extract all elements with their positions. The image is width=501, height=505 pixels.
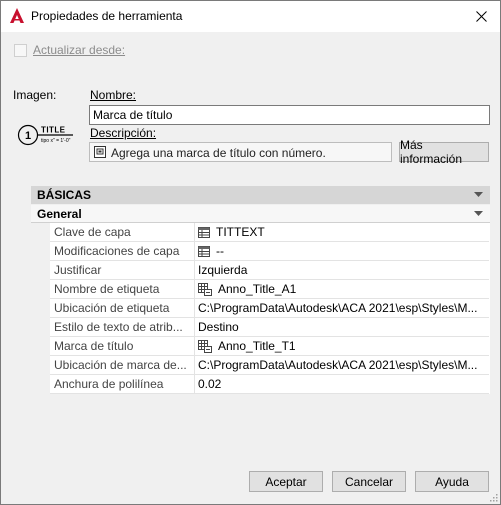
property-value-text: Destino bbox=[198, 320, 239, 334]
property-value-text: 0.02 bbox=[198, 377, 222, 391]
collapse-general-icon bbox=[474, 211, 483, 216]
name-label: Nombre: bbox=[90, 88, 137, 102]
image-label: Imagen: bbox=[13, 88, 57, 102]
property-value[interactable]: Destino bbox=[198, 320, 487, 334]
column-divider bbox=[194, 318, 195, 337]
description-label: Descripción: bbox=[90, 126, 157, 140]
column-divider bbox=[194, 280, 195, 299]
property-label: Marca de título bbox=[54, 339, 134, 353]
property-row[interactable]: Nombre de etiqueta Anno_Title_A1 bbox=[50, 280, 489, 299]
section-basic-label: BÁSICAS bbox=[37, 188, 92, 202]
property-value-text: -- bbox=[216, 244, 224, 258]
title-bar: Propiedades de herramienta bbox=[1, 1, 500, 32]
property-label: Estilo de texto de atrib... bbox=[54, 320, 183, 334]
tool-properties-dialog: Propiedades de herramienta Actualizar de… bbox=[0, 0, 501, 505]
property-label: Anchura de polilínea bbox=[54, 377, 164, 391]
section-general-label: General bbox=[37, 207, 82, 221]
name-input-value: Marca de título bbox=[93, 108, 173, 122]
refresh-checkbox[interactable] bbox=[14, 44, 27, 57]
property-row[interactable]: Anchura de polilínea 0.02 bbox=[50, 375, 489, 394]
property-row[interactable]: Clave de capa TITTEXT bbox=[50, 223, 489, 242]
accept-button[interactable]: Aceptar bbox=[249, 471, 323, 492]
property-row[interactable]: Marca de título Anno_Title_T1 bbox=[50, 337, 489, 356]
title-mark-preview: 1 TITLE tipo x" = 1'-0" bbox=[17, 124, 73, 146]
property-label: Ubicación de etiqueta bbox=[54, 301, 170, 315]
property-value[interactable]: Anno_Title_T1 bbox=[198, 339, 487, 353]
property-row[interactable]: Ubicación de etiqueta C:\ProgramData\Auto… bbox=[50, 299, 489, 318]
layer-table-icon bbox=[198, 226, 210, 238]
more-info-button-label: Más información bbox=[400, 138, 463, 166]
property-row[interactable]: Modificaciones de capa -- bbox=[50, 242, 489, 261]
property-label: Nombre de etiqueta bbox=[54, 282, 160, 296]
property-row[interactable]: Estilo de texto de atrib... Destino bbox=[50, 318, 489, 337]
window-title: Propiedades de herramienta bbox=[31, 9, 183, 23]
property-row[interactable]: Justificar Izquierda bbox=[50, 261, 489, 280]
column-divider bbox=[194, 223, 195, 242]
help-button[interactable]: Ayuda bbox=[415, 471, 489, 492]
column-divider bbox=[194, 375, 195, 394]
description-value: Agrega una marca de título con número. bbox=[111, 146, 326, 160]
help-button-label: Ayuda bbox=[435, 474, 469, 489]
preview-number: 1 bbox=[25, 130, 31, 142]
property-label: Ubicación de marca de... bbox=[54, 358, 187, 372]
property-row[interactable]: Ubicación de marca de... C:\ProgramData\A… bbox=[50, 356, 489, 375]
autocad-app-icon bbox=[10, 8, 24, 23]
property-label: Justificar bbox=[54, 263, 102, 277]
cancel-button-label: Cancelar bbox=[344, 474, 394, 489]
preview-title: TITLE bbox=[41, 126, 66, 135]
block-icon bbox=[198, 282, 212, 296]
description-field[interactable]: Agrega una marca de título con número. bbox=[89, 142, 392, 162]
close-icon bbox=[475, 11, 487, 22]
column-divider bbox=[194, 242, 195, 261]
section-basic[interactable]: BÁSICAS bbox=[31, 186, 490, 204]
property-value-text: C:\ProgramData\Autodesk\ACA 2021\esp\Sty… bbox=[198, 358, 478, 372]
preview-subtitle: tipo x" = 1'-0" bbox=[41, 138, 71, 144]
column-divider bbox=[194, 337, 195, 356]
property-value-text: TITTEXT bbox=[216, 225, 265, 239]
property-value[interactable]: C:\ProgramData\Autodesk\ACA 2021\esp\Sty… bbox=[198, 358, 487, 372]
more-info-button[interactable]: Más información bbox=[399, 138, 489, 166]
property-value-text: Izquierda bbox=[198, 263, 248, 277]
name-input[interactable]: Marca de título bbox=[89, 105, 490, 125]
description-icon bbox=[94, 146, 106, 158]
property-value[interactable]: -- bbox=[198, 244, 487, 258]
property-value[interactable]: 0.02 bbox=[198, 377, 487, 391]
column-divider bbox=[194, 299, 195, 318]
cancel-button[interactable]: Cancelar bbox=[332, 471, 406, 492]
refresh-label: Actualizar desde: bbox=[33, 43, 126, 57]
property-value[interactable]: TITTEXT bbox=[198, 225, 487, 239]
layer-table-icon bbox=[198, 245, 210, 257]
section-general[interactable]: General bbox=[31, 205, 490, 223]
grid-gutter bbox=[31, 223, 50, 394]
accept-button-label: Aceptar bbox=[265, 474, 307, 489]
collapse-basic-icon bbox=[474, 192, 483, 197]
property-value[interactable]: C:\ProgramData\Autodesk\ACA 2021\esp\Sty… bbox=[198, 301, 487, 315]
resize-grip-icon[interactable] bbox=[488, 492, 498, 502]
column-divider bbox=[194, 261, 195, 280]
property-value-text: Anno_Title_A1 bbox=[218, 282, 297, 296]
property-value-text: C:\ProgramData\Autodesk\ACA 2021\esp\Sty… bbox=[198, 301, 478, 315]
property-label: Modificaciones de capa bbox=[54, 244, 180, 258]
property-value[interactable]: Izquierda bbox=[198, 263, 487, 277]
property-value-text: Anno_Title_T1 bbox=[218, 339, 296, 353]
property-value[interactable]: Anno_Title_A1 bbox=[198, 282, 487, 296]
block-icon bbox=[198, 339, 212, 353]
column-divider bbox=[194, 356, 195, 375]
close-button[interactable] bbox=[462, 1, 500, 32]
property-label: Clave de capa bbox=[54, 225, 131, 239]
